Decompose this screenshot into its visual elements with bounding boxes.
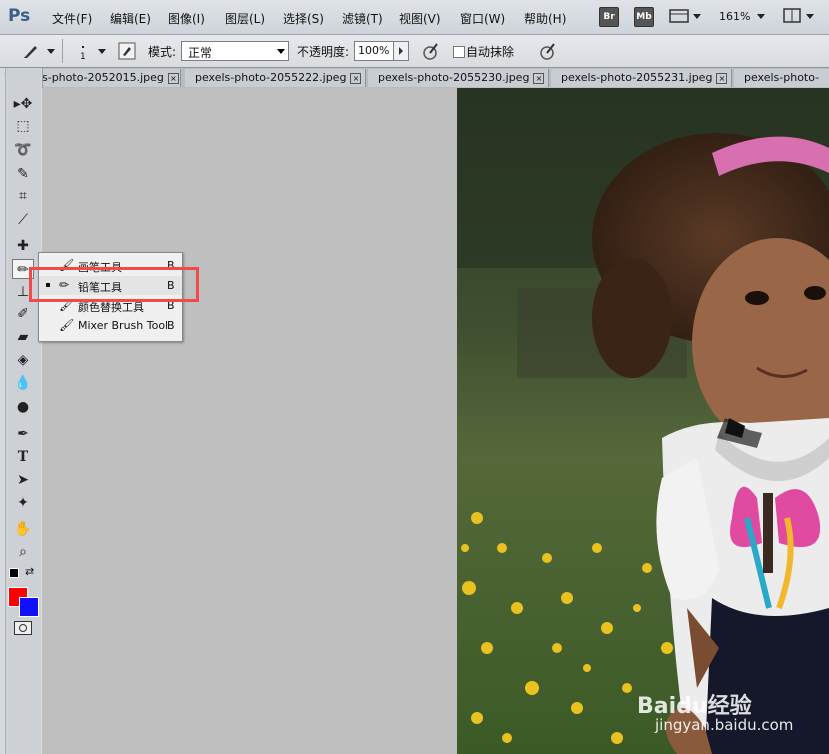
- shape-tool-icon[interactable]: ✦: [12, 493, 34, 513]
- opacity-slider-button[interactable]: [393, 41, 409, 61]
- tab-label: s-photo-2052015.jpeg: [42, 71, 164, 84]
- type-tool-icon[interactable]: T: [12, 447, 34, 467]
- tool-preset-pencil-icon[interactable]: [22, 42, 40, 60]
- zoom-level[interactable]: 161%: [719, 10, 750, 23]
- auto-erase-checkbox[interactable]: [453, 46, 465, 58]
- tab-label: pexels-photo-2055222.jpeg: [195, 71, 347, 84]
- arrange-documents-icon[interactable]: [783, 8, 803, 24]
- close-icon[interactable]: ×: [716, 72, 728, 84]
- menu-image[interactable]: 图像(I): [168, 10, 205, 27]
- zoom-tool-icon[interactable]: ⌕: [12, 542, 34, 562]
- separator: [62, 39, 63, 63]
- dodge-tool-icon[interactable]: ●: [12, 397, 34, 417]
- menu-edit[interactable]: 编辑(E): [110, 10, 151, 27]
- close-icon[interactable]: ×: [533, 72, 545, 84]
- close-icon[interactable]: ×: [350, 72, 362, 84]
- brush-panel-toggle-icon[interactable]: [118, 42, 136, 60]
- close-icon[interactable]: ×: [167, 72, 179, 84]
- tab-label: pexels-photo-2055231.jpeg: [561, 71, 713, 84]
- move-tool-icon[interactable]: ▸✥: [12, 94, 34, 114]
- tablet-pressure-size-icon[interactable]: [538, 42, 558, 60]
- photoshop-logo: Ps: [8, 6, 31, 26]
- watermark-url: jingyan.baidu.com: [655, 716, 794, 734]
- paint-bucket-tool-icon[interactable]: ◈: [12, 350, 34, 370]
- quick-mask-icon[interactable]: [14, 621, 32, 635]
- tab-document[interactable]: s-photo-2052015.jpeg ×: [42, 69, 181, 87]
- background-color-swatch[interactable]: [19, 597, 39, 617]
- arrange-dropdown-icon[interactable]: [806, 14, 814, 19]
- tablet-pressure-opacity-icon[interactable]: [421, 42, 441, 60]
- lasso-tool-icon[interactable]: ➰: [12, 140, 34, 160]
- eyedropper-tool-icon[interactable]: ⟋: [12, 210, 34, 230]
- view-extras-icon[interactable]: [669, 8, 691, 24]
- tab-label: pexels-photo-: [744, 71, 820, 84]
- tab-document[interactable]: pexels-photo-: [734, 69, 829, 87]
- pen-tool-icon[interactable]: ✒: [12, 424, 34, 444]
- mixer-brush-icon: 🖌: [59, 318, 75, 332]
- brush-tip-preview: [82, 46, 84, 48]
- tool-preset-dropdown-icon[interactable]: [47, 49, 55, 54]
- quick-selection-tool-icon[interactable]: ✎: [12, 164, 34, 184]
- menu-view[interactable]: 视图(V): [399, 10, 441, 27]
- menu-window[interactable]: 窗口(W): [460, 10, 505, 27]
- menu-select[interactable]: 选择(S): [283, 10, 324, 27]
- tab-label: pexels-photo-2055230.jpeg: [378, 71, 530, 84]
- default-colors-icon[interactable]: [9, 568, 19, 578]
- blur-tool-icon[interactable]: 💧: [12, 373, 34, 393]
- photo-girl-in-field: [457, 88, 829, 754]
- auto-erase-label: 自动抹除: [466, 45, 515, 59]
- marquee-tool-icon[interactable]: ⬚: [12, 116, 34, 136]
- document-photo[interactable]: [457, 88, 829, 754]
- flyout-item-mixer-brush-tool[interactable]: 🖌 Mixer Brush Tool B: [39, 316, 182, 335]
- mode-value: 正常: [188, 46, 213, 60]
- view-extras-dropdown-icon[interactable]: [693, 14, 701, 19]
- path-selection-tool-icon[interactable]: ➤: [12, 470, 34, 490]
- hand-tool-icon[interactable]: ✋: [12, 519, 34, 539]
- tab-document[interactable]: pexels-photo-2055230.jpeg ×: [368, 69, 549, 87]
- menu-bar: Ps 文件(F) 编辑(E) 图像(I) 图层(L) 选择(S) 滤镜(T) 视…: [0, 0, 829, 35]
- opacity-field[interactable]: 100%: [354, 41, 394, 61]
- brush-picker-dropdown-icon[interactable]: [98, 49, 106, 54]
- opacity-label: 不透明度:: [297, 45, 350, 59]
- tab-document[interactable]: pexels-photo-2055231.jpeg ×: [551, 69, 732, 87]
- options-bar: 1 模式: 正常 不透明度: 100% 自动抹除: [0, 35, 829, 68]
- menu-filter[interactable]: 滤镜(T): [342, 10, 383, 27]
- menu-file[interactable]: 文件(F): [52, 10, 92, 27]
- healing-brush-tool-icon[interactable]: ✚: [12, 236, 34, 256]
- mode-dropdown-icon: [277, 49, 285, 54]
- flyout-item-shortcut: B: [167, 319, 175, 332]
- zoom-dropdown-icon[interactable]: [757, 14, 765, 19]
- opacity-arrow-icon: [399, 47, 403, 55]
- bridge-button[interactable]: Br: [599, 7, 619, 27]
- swap-colors-icon[interactable]: ⇄: [25, 565, 34, 578]
- tools-panel: » ▸✥ ⬚ ➰ ✎ ⌗ ⟋ ✚ ✏ ⊥ ✐ ▰ ◈ 💧 ● ✒ T ➤ ✦ ✋…: [0, 68, 43, 754]
- flyout-item-label: Mixer Brush Tool: [78, 319, 169, 332]
- tab-document[interactable]: pexels-photo-2055222.jpeg ×: [185, 69, 366, 87]
- mode-select[interactable]: 正常: [181, 41, 289, 61]
- crop-tool-icon[interactable]: ⌗: [12, 186, 34, 206]
- opacity-value: 100%: [358, 44, 390, 57]
- brush-size[interactable]: 1: [80, 52, 86, 62]
- eraser-tool-icon[interactable]: ▰: [12, 327, 34, 347]
- annotation-highlight-box: [29, 267, 199, 302]
- menu-help[interactable]: 帮助(H): [524, 10, 566, 27]
- mode-label: 模式:: [148, 45, 177, 59]
- document-tab-bar: s-photo-2052015.jpeg × pexels-photo-20552…: [42, 68, 829, 89]
- menu-layer[interactable]: 图层(L): [225, 10, 265, 27]
- history-brush-tool-icon[interactable]: ✐: [12, 304, 34, 324]
- mini-bridge-button[interactable]: Mb: [634, 7, 654, 27]
